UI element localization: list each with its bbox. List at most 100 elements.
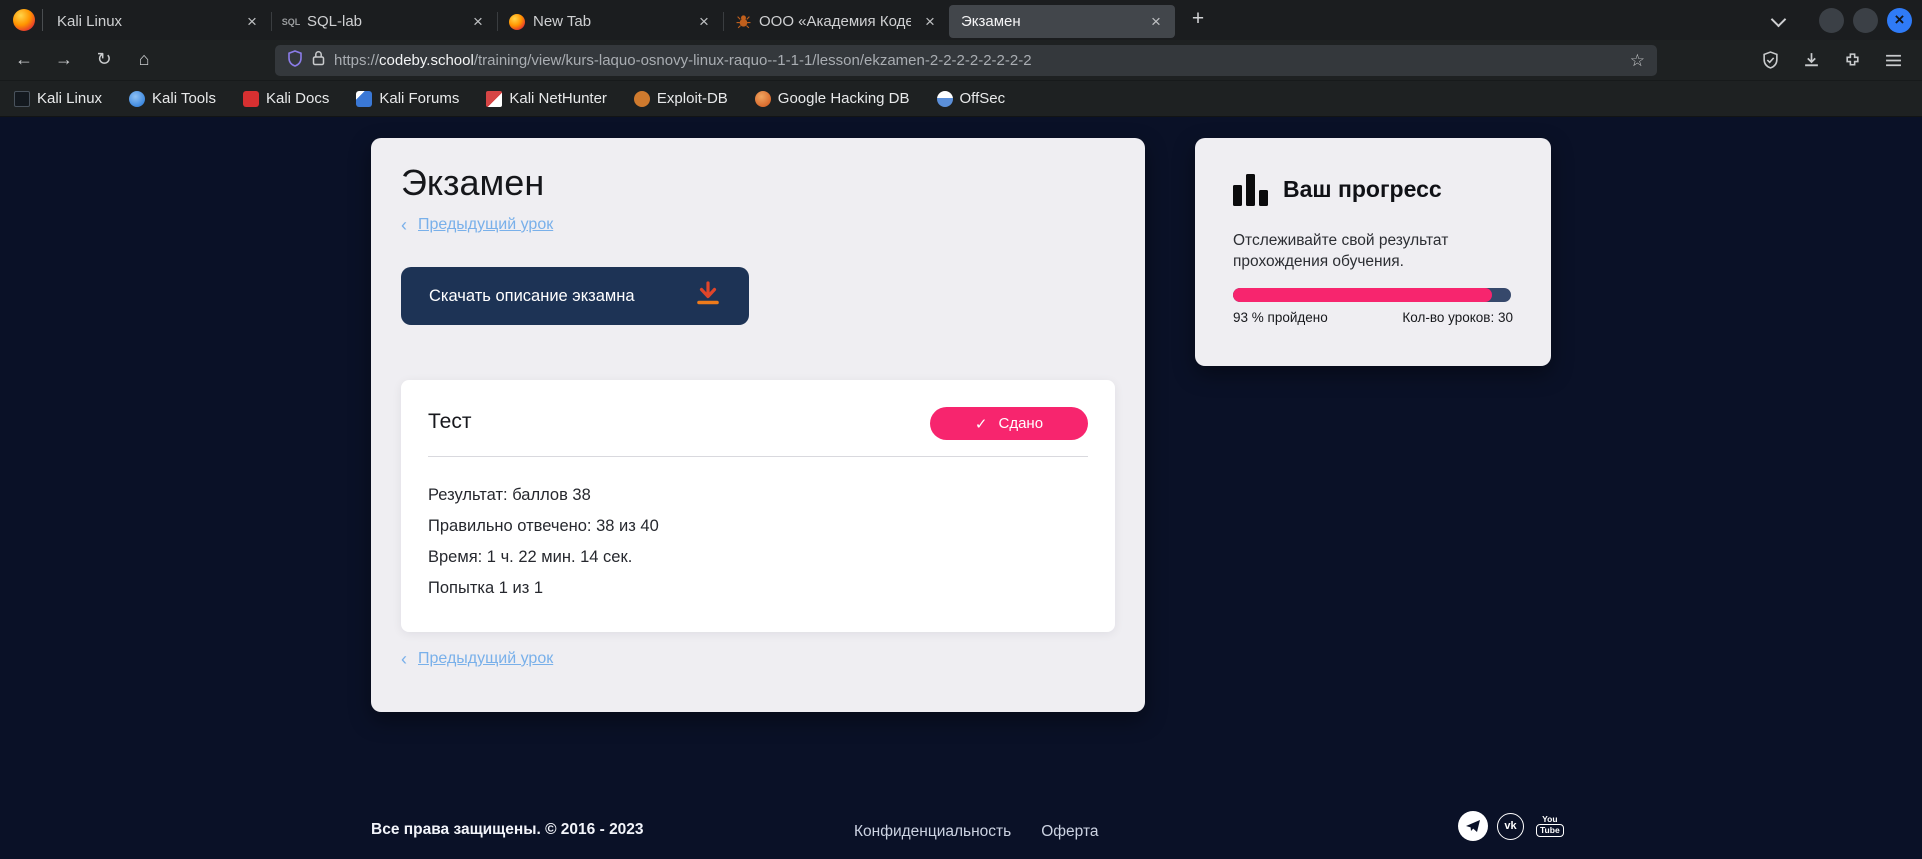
firefox-favicon-icon	[509, 14, 525, 30]
test-title: Тест	[428, 410, 471, 434]
bookmark-star-icon[interactable]: ☆	[1630, 51, 1645, 71]
close-icon[interactable]: ×	[693, 11, 715, 33]
progress-card: Ваш прогресс Отслеживайте свой результат…	[1195, 138, 1551, 366]
minimize-button[interactable]	[1819, 8, 1844, 33]
offsec-icon	[937, 91, 953, 107]
bookmark-exploit-db[interactable]: Exploit-DB	[634, 90, 728, 107]
previous-lesson-link-bottom[interactable]: ‹ Предыдущий урок	[401, 650, 553, 668]
tab-academy-codeby[interactable]: ООО «Академия Кодеба ×	[723, 5, 949, 38]
sql-favicon-icon: SQL	[283, 14, 299, 30]
divider	[428, 456, 1088, 457]
kali-nethunter-icon	[486, 91, 502, 107]
previous-lesson-label[interactable]: Предыдущий урок	[418, 216, 553, 234]
tab-bar: Kali Linux × SQL SQL-lab × New Tab × ООО…	[0, 0, 1922, 40]
url-text: https://codeby.school/training/view/kurs…	[334, 52, 1032, 69]
close-icon[interactable]: ×	[241, 11, 263, 33]
bookmark-label: Kali NetHunter	[509, 90, 607, 107]
status-label: Сдано	[999, 415, 1044, 432]
page-title: Экзамен	[401, 162, 544, 204]
new-tab-button[interactable]: +	[1183, 5, 1213, 35]
tab-title: SQL-lab	[307, 13, 459, 30]
download-exam-description-button[interactable]: Скачать описание экзамна	[401, 267, 749, 325]
progress-bar-track	[1233, 288, 1511, 302]
tab-title: Экзамен	[961, 13, 1137, 30]
status-badge-passed: ✓ Сдано	[930, 407, 1088, 440]
copyright-text: Все права защищены. © 2016 - 2023	[371, 821, 644, 839]
google-hacking-db-icon	[755, 91, 771, 107]
tab-kali-linux[interactable]: Kali Linux ×	[45, 5, 271, 38]
social-links: vk You Tube	[1458, 811, 1564, 841]
menu-hamburger-icon[interactable]	[1880, 46, 1906, 74]
check-icon: ✓	[975, 415, 988, 433]
previous-lesson-label[interactable]: Предыдущий урок	[418, 650, 553, 668]
kali-docs-icon	[243, 91, 259, 107]
spider-favicon-icon	[735, 14, 751, 30]
reload-button[interactable]: ↻	[88, 45, 120, 75]
close-icon[interactable]: ×	[919, 11, 941, 33]
maximize-button[interactable]	[1853, 8, 1878, 33]
download-button-label: Скачать описание экзамна	[429, 287, 635, 306]
privacy-link[interactable]: Конфиденциальность	[854, 823, 1011, 841]
window-close-button[interactable]: ×	[1887, 8, 1912, 33]
test-result-card: Тест ✓ Сдано Результат: баллов 38 Правил…	[401, 380, 1115, 632]
close-icon[interactable]: ×	[467, 11, 489, 33]
firefox-logo-icon	[13, 9, 35, 31]
vk-icon[interactable]: vk	[1497, 813, 1524, 840]
tab-title: New Tab	[533, 13, 685, 30]
tab-new-tab[interactable]: New Tab ×	[497, 5, 723, 38]
extensions-puzzle-icon[interactable]	[1839, 46, 1865, 74]
close-icon[interactable]: ×	[1145, 11, 1167, 33]
progress-description: Отслеживайте свой результат прохождения …	[1233, 230, 1488, 272]
progress-percent-label: 93 % пройдено	[1233, 310, 1328, 325]
progress-title: Ваш прогресс	[1283, 176, 1442, 203]
bookmark-label: OffSec	[960, 90, 1006, 107]
result-score-line: Результат: баллов 38	[428, 486, 591, 505]
back-button[interactable]: ←	[8, 45, 40, 75]
bookmark-label: Kali Linux	[37, 90, 102, 107]
browser-window: Kali Linux × SQL SQL-lab × New Tab × ООО…	[0, 0, 1922, 859]
chevron-left-icon: ‹	[401, 650, 407, 668]
bookmark-label: Exploit-DB	[657, 90, 728, 107]
offer-link[interactable]: Оферта	[1041, 823, 1098, 841]
bookmark-kali-docs[interactable]: Kali Docs	[243, 90, 329, 107]
window-controls: ×	[1819, 8, 1912, 33]
bookmark-kali-forums[interactable]: Kali Forums	[356, 90, 459, 107]
page-content: Экзамен ‹ Предыдущий урок Скачать описан…	[0, 117, 1922, 859]
downloads-icon[interactable]	[1798, 46, 1824, 74]
bookmark-offsec[interactable]: OffSec	[937, 90, 1006, 107]
tab-sql-lab[interactable]: SQL SQL-lab ×	[271, 5, 497, 38]
bookmark-kali-linux[interactable]: Kali Linux	[14, 90, 102, 107]
list-all-tabs-chevron-icon[interactable]	[1773, 14, 1784, 25]
bookmark-google-hacking-db[interactable]: Google Hacking DB	[755, 90, 910, 107]
bar-chart-icon	[1233, 172, 1268, 206]
kali-forums-icon	[356, 91, 372, 107]
correct-answers-line: Правильно отвечено: 38 из 40	[428, 517, 659, 536]
kali-tools-icon	[129, 91, 145, 107]
bookmark-kali-nethunter[interactable]: Kali NetHunter	[486, 90, 607, 107]
tab-title: Kali Linux	[57, 13, 233, 30]
lock-icon[interactable]	[312, 50, 325, 71]
tracking-protection-shield-icon[interactable]	[287, 50, 303, 72]
navigation-toolbar: ← → ↻ ⌂ https://codeby.school/training/v…	[0, 40, 1922, 81]
bookmark-kali-tools[interactable]: Kali Tools	[129, 90, 216, 107]
url-bar[interactable]: https://codeby.school/training/view/kurs…	[275, 45, 1657, 76]
youtube-icon[interactable]: You Tube	[1536, 815, 1564, 837]
bookmark-label: Google Hacking DB	[778, 90, 910, 107]
bookmarks-bar: Kali Linux Kali Tools Kali Docs Kali For…	[0, 81, 1922, 117]
bookmark-label: Kali Forums	[379, 90, 459, 107]
chevron-left-icon: ‹	[401, 216, 407, 234]
lessons-count-label: Кол-во уроков: 30	[1402, 310, 1513, 325]
account-shield-icon[interactable]	[1757, 46, 1783, 74]
telegram-icon[interactable]	[1458, 811, 1488, 841]
tab-ekzamen-active[interactable]: Экзамен ×	[949, 5, 1175, 38]
progress-bar-fill	[1233, 288, 1492, 302]
home-button[interactable]: ⌂	[128, 45, 160, 75]
exam-card: Экзамен ‹ Предыдущий урок Скачать описан…	[371, 138, 1145, 712]
previous-lesson-link-top[interactable]: ‹ Предыдущий урок	[401, 216, 553, 234]
exploit-db-icon	[634, 91, 650, 107]
kali-dragon-icon	[14, 91, 30, 107]
bookmark-label: Kali Tools	[152, 90, 216, 107]
forward-button[interactable]: →	[48, 45, 80, 75]
time-spent-line: Время: 1 ч. 22 мин. 14 сек.	[428, 548, 632, 567]
divider	[42, 9, 43, 31]
